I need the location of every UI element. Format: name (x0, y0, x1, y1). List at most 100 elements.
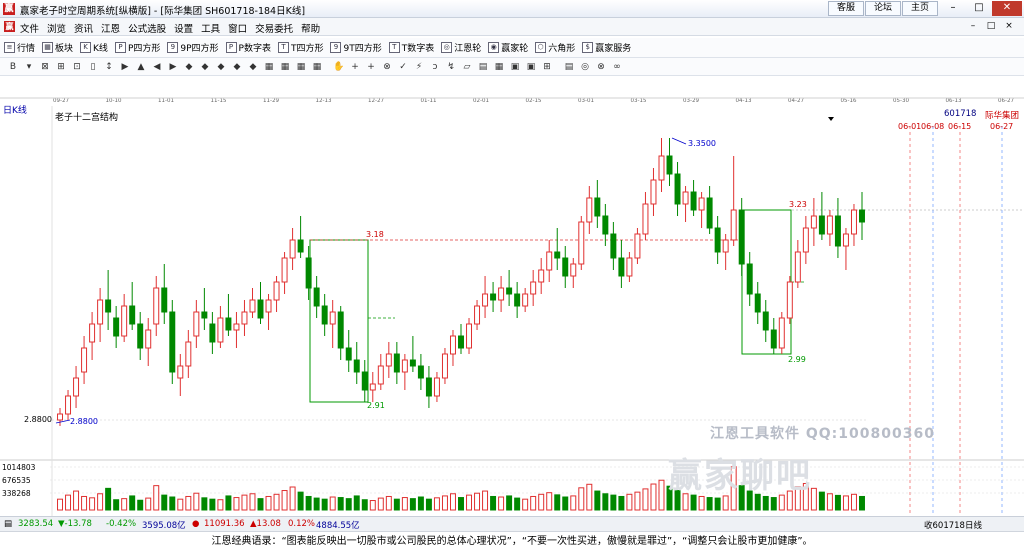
volume-bar (722, 495, 729, 511)
toolbar-button-11[interactable]: ⬡ 六角形 (535, 41, 575, 54)
tool-icon-19[interactable]: ▦ (310, 60, 324, 74)
tool-icon-7[interactable]: ▶ (118, 60, 132, 74)
tool-icon-32[interactable]: ▣ (524, 60, 538, 74)
tool-icon-14[interactable]: ◆ (230, 60, 244, 74)
tool-icon-30[interactable]: ▦ (492, 60, 506, 74)
menu-item-0[interactable]: 文件 (20, 21, 39, 35)
menu-item-8[interactable]: 交易委托 (255, 21, 293, 35)
tool-icon-23[interactable]: ⊗ (380, 60, 394, 74)
link-home[interactable]: 主页 (902, 1, 938, 16)
candle-body (241, 311, 248, 325)
menu-item-6[interactable]: 工具 (201, 21, 220, 35)
tool-icon-25[interactable]: ⚡ (412, 60, 426, 74)
tool-icon-18[interactable]: ▦ (294, 60, 308, 74)
candle-body (289, 239, 296, 259)
toolbar-button-6[interactable]: T T四方形 (277, 41, 323, 54)
main-toolbar: ≡ 行情 ▦ 板块 K K线 P P四方形 9 9P四方形 P P数字表 T T四方形 9 9T四方形 T T数字… (0, 38, 1024, 58)
candle-body (682, 191, 689, 205)
menu-item-3[interactable]: 江恩 (101, 21, 120, 35)
tool-icon-9[interactable]: ◀ (150, 60, 164, 74)
candle-body (458, 335, 464, 349)
tool-icon-10[interactable]: ▶ (166, 60, 180, 74)
menu-item-5[interactable]: 设置 (174, 21, 193, 35)
tool-icon-3[interactable]: ⊞ (54, 60, 68, 74)
tool-icon-36[interactable]: ⊗ (594, 60, 608, 74)
volume-bar (105, 487, 112, 511)
toolbar-button-8[interactable]: T T数字表 (388, 41, 434, 54)
tool-icon-12[interactable]: ◆ (198, 60, 212, 74)
tool-icon-17[interactable]: ▦ (278, 60, 292, 74)
mdi-restore-icon[interactable]: □ (982, 21, 1000, 31)
candle-body (185, 341, 192, 367)
tool-icon-28[interactable]: ▱ (460, 60, 474, 74)
volume-bar (113, 499, 120, 511)
link-service[interactable]: 客服 (828, 1, 864, 16)
menu-item-2[interactable]: 资讯 (74, 21, 93, 35)
tool-icon-35[interactable]: ◎ (578, 60, 592, 74)
tool-icon-1[interactable]: ▾ (22, 60, 36, 74)
volume-bar (602, 493, 609, 511)
candle-body (770, 329, 777, 349)
candle-body (810, 215, 817, 229)
candle-body (65, 395, 72, 415)
future-date-label: 06-01 (898, 122, 921, 131)
link-forum[interactable]: 论坛 (865, 1, 901, 16)
toolbar-button-5[interactable]: P P数字表 (225, 41, 271, 54)
menu-item-1[interactable]: 浏览 (47, 21, 66, 35)
tool-icon-29[interactable]: ▤ (476, 60, 490, 74)
tool-icon-31[interactable]: ▣ (508, 60, 522, 74)
maximize-icon[interactable]: □ (966, 1, 992, 16)
tool-icon-4[interactable]: ⊡ (70, 60, 84, 74)
mdi-minimize-icon[interactable]: – (964, 21, 982, 31)
close-icon[interactable]: ✕ (992, 1, 1022, 16)
candle-body (353, 359, 360, 373)
toolbar-label: 江恩轮 (454, 44, 482, 54)
tool-icon-15[interactable]: ◆ (246, 60, 260, 74)
volume-bar (305, 495, 312, 511)
tool-icon-5[interactable]: ▯ (86, 60, 100, 74)
tool-icon-2[interactable]: ⊠ (38, 60, 52, 74)
volume-bar (73, 490, 80, 511)
tool-icon-21[interactable]: + (348, 60, 362, 74)
candle-body (281, 257, 288, 283)
mdi-close-icon[interactable]: × (1000, 21, 1018, 31)
tool-icon-8[interactable]: ▲ (134, 60, 148, 74)
menu-item-9[interactable]: 帮助 (301, 21, 320, 35)
toolbar-button-7[interactable]: 9 9T四方形 (330, 41, 382, 54)
menu-item-4[interactable]: 公式选股 (128, 21, 166, 35)
volume-bar (417, 496, 424, 511)
minimize-icon[interactable]: – (940, 1, 966, 16)
volume-bar (458, 497, 464, 511)
tool-icon-33[interactable]: ⊞ (540, 60, 554, 74)
tool-icon-22[interactable]: + (364, 60, 378, 74)
volume-bar (626, 493, 633, 511)
top-links: 客服 论坛 主页 (827, 1, 938, 16)
kline-chart[interactable]: 06-01 06-08 06-15 06-27 2.8800 3.18 2.91 3.3500… (0, 96, 1024, 516)
tool-icon-34[interactable]: ▤ (562, 60, 576, 74)
candle-body (746, 263, 753, 295)
candle-body (730, 209, 737, 241)
volume-bar (482, 490, 489, 511)
tool-icon-26[interactable]: ↄ (428, 60, 442, 74)
volume-bar (610, 494, 617, 511)
toolbar-button-0[interactable]: ≡ 行情 (4, 41, 35, 54)
toolbar-label: P数字表 (238, 44, 271, 54)
tool-icon-16[interactable]: ▦ (262, 60, 276, 74)
toolbar-button-3[interactable]: P P四方形 (114, 41, 160, 54)
toolbar-button-12[interactable]: $ 赢家服务 (582, 41, 631, 54)
menu-item-7[interactable]: 窗口 (228, 21, 247, 35)
tool-icon-13[interactable]: ◆ (214, 60, 228, 74)
tool-icon-27[interactable]: ↯ (444, 60, 458, 74)
toolbar-label: K线 (93, 44, 108, 54)
tool-icon-24[interactable]: ✓ (396, 60, 410, 74)
tool-icon-6[interactable]: ↕ (102, 60, 116, 74)
toolbar-button-10[interactable]: ◉ 赢家轮 (488, 41, 528, 54)
toolbar-button-9[interactable]: ◎ 江恩轮 (441, 41, 481, 54)
toolbar-button-2[interactable]: K K线 (80, 41, 108, 54)
tool-icon-0[interactable]: B (6, 60, 20, 74)
toolbar-button-1[interactable]: ▦ 板块 (42, 41, 73, 54)
tool-icon-37[interactable]: ∞ (610, 60, 624, 74)
tool-icon-11[interactable]: ◆ (182, 60, 196, 74)
tool-icon-20[interactable]: ✋ (332, 60, 346, 74)
toolbar-button-4[interactable]: 9 9P四方形 (167, 41, 219, 54)
